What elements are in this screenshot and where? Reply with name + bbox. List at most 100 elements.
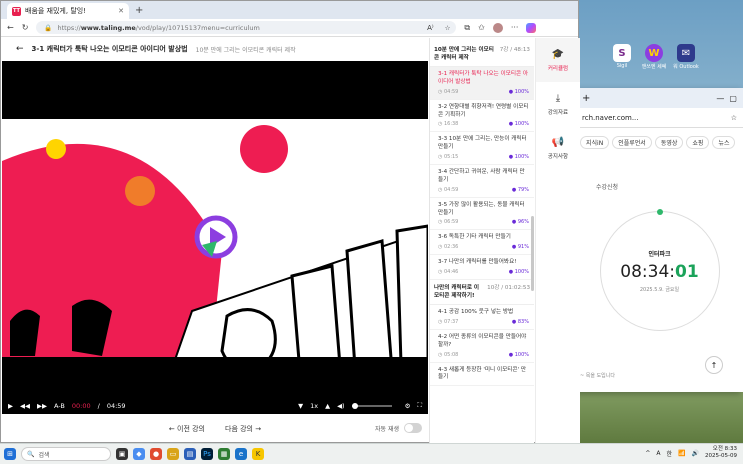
tab-bar: TT 배움을 재밌게, 탈잉! ✕ + [1, 1, 578, 19]
favorites-icon[interactable]: ✩ [478, 23, 485, 32]
tray-chevron-icon[interactable]: ^ [645, 450, 650, 457]
curriculum-section[interactable]: 10분 만에 그리는 이모티콘 캐릭터 제작 7강 / 48:13 [430, 42, 534, 68]
side-notice-button[interactable]: 📢 공지사항 [536, 126, 580, 170]
naver-footer: ~ 목을 도입니다 [580, 373, 615, 379]
speaker-icon[interactable]: 🔊 [692, 450, 699, 457]
timer-clock: 08:34:01 [620, 262, 699, 282]
lecture-navigation: ← 이전 강의 다음 강의 → 자동 재생 [2, 414, 428, 443]
duration: 04:59 [106, 401, 126, 410]
tab-jisikin[interactable]: 지식iN [580, 136, 610, 149]
address-bar: ← ↻ 🔒 https://www.taling.me/vod/play/107… [1, 19, 578, 37]
lecture-header: ← 3-1 캐릭터가 툭탁 나오는 이모티콘 아이디어 발상법 10분 만에 그… [2, 38, 428, 60]
more-options-icon[interactable]: ··· [511, 23, 519, 32]
search-icon: 🔍 [27, 450, 35, 458]
side-curriculum-button[interactable]: 🎓 커리큘럼 [536, 38, 580, 82]
current-time: 00:00 [71, 401, 91, 410]
lesson-item[interactable]: 4-3 새롭게 등장한 '미니 이모티콘' 만들기 [430, 363, 534, 387]
megaphone-icon: 📢 [551, 136, 565, 148]
lesson-item[interactable]: 3-1 캐릭터가 툭탁 나오는 이모티콘 아이디어 발상법 ◷ 04:59 ● 1… [430, 67, 534, 100]
profile-avatar[interactable] [492, 22, 503, 33]
ime-mode[interactable]: A [656, 450, 660, 457]
taling-favicon: TT [12, 6, 21, 16]
task-view-icon[interactable]: ▣ [116, 448, 128, 460]
lecture-subtitle: 10분 만에 그리는 이모티콘 캐릭터 제작 [195, 46, 296, 54]
store-icon[interactable]: ▤ [184, 448, 196, 460]
speed-up-icon[interactable]: ▲ [325, 402, 330, 410]
lesson-item[interactable]: 3-2 연향대별 취향저격! 연령별 이모티콘 기획하기 ◷ 16:38 ● 10… [430, 100, 534, 133]
favorite-star-icon[interactable]: ☆ [445, 24, 451, 32]
read-aloud-icon[interactable]: A⁾ [427, 24, 434, 32]
taskbar-clock[interactable]: 오전 8:33 2025-05-09 [705, 446, 737, 460]
fullscreen-icon[interactable]: ⛶ [417, 401, 422, 410]
lesson-item[interactable]: 4-1 공감 100% 웃구 넣는 방법 ◷ 07:37 ● 83% [430, 305, 534, 330]
desktop-icon-app2[interactable]: W 앤쓰엔 세쎄 [638, 44, 670, 70]
tab-influencer[interactable]: 인플루언서 [612, 136, 652, 149]
lesson-item[interactable]: 4-2 어떤 종류의 이모티콘을 만들어야 할까? ◷ 05:08 ● 100% [430, 330, 534, 363]
tab-video[interactable]: 동영상 [654, 136, 684, 149]
tab-shopping[interactable]: 쇼핑 [686, 136, 710, 149]
star-icon[interactable]: ☆ [731, 114, 737, 122]
copilot-icon[interactable] [526, 22, 537, 33]
back-icon[interactable]: ← [7, 23, 14, 32]
speed-label[interactable]: 1x [310, 402, 318, 410]
language-indicator[interactable]: 한 [667, 449, 673, 458]
lesson-item[interactable]: 3-3 10분 만에 그리는, 만능이 캐릭터 만들기 ◷ 05:15 ● 100… [430, 132, 534, 166]
autoplay-label: 자동 재생 [375, 425, 399, 433]
naver-tabs: 지식iN 인플루언서 동영상 쇼핑 뉴스 [576, 128, 743, 157]
kakaotalk-icon[interactable]: K [252, 448, 264, 460]
split-screen-icon[interactable]: ⧉ [464, 23, 470, 33]
naver-url[interactable]: rch.naver.com... [582, 114, 639, 122]
scroll-top-button[interactable]: ↑ [705, 356, 723, 374]
video-player[interactable] [2, 61, 428, 397]
curriculum-section[interactable]: 나만의 캐릭터로 이모티콘 제작하기! 10강 / 01:02:53 [430, 280, 534, 306]
app-green-icon[interactable]: ▦ [218, 448, 230, 460]
autoplay-toggle[interactable] [404, 423, 422, 433]
refresh-icon[interactable]: ↻ [22, 23, 29, 32]
lesson-item[interactable]: 3-7 나만의 캐릭터를 만들어봐요! ◷ 04:46 ● 100% [430, 255, 534, 281]
desktop-icon-sigil[interactable]: S Sigil [606, 44, 638, 69]
windows-start-icon[interactable]: ⊞ [4, 448, 16, 460]
curriculum-panel: 10분 만에 그리는 이모티콘 캐릭터 제작 7강 / 48:13 3-1 캐릭… [429, 38, 534, 443]
taskbar: ⊞ 🔍 검색 ▣ ◆ ● ▭ ▤ Ps ▦ e K ^ A 한 📶 🔊 오전 8… [0, 443, 743, 464]
ab-repeat-button[interactable]: A-B [54, 402, 65, 410]
curriculum-scrollbar[interactable] [531, 216, 534, 291]
speed-down-icon[interactable]: ▼ [298, 402, 303, 410]
timer-dot [656, 209, 663, 215]
register-button[interactable]: 수강신청 [596, 182, 743, 191]
new-tab-button[interactable]: + [135, 5, 143, 16]
forward-icon[interactable]: ▶▶ [37, 402, 47, 410]
lesson-item[interactable]: 3-4 간단하고 귀여운, 사람 캐릭터 만들기 ◷ 04:59 ● 79% [430, 165, 534, 198]
app-icon: W [645, 44, 663, 62]
next-lecture-button[interactable]: 다음 강의 → [225, 424, 261, 434]
rewind-icon[interactable]: ◀◀ [20, 402, 30, 410]
video-frame [2, 61, 428, 397]
copilot-taskbar-icon[interactable]: ◆ [133, 448, 145, 460]
prev-lecture-button[interactable]: ← 이전 강의 [169, 424, 205, 434]
volume-icon[interactable]: ◀) [337, 402, 345, 410]
chrome-icon[interactable]: ● [150, 448, 162, 460]
tab-taling[interactable]: TT 배움을 재밌게, 탈잉! ✕ [7, 3, 129, 19]
settings-gear-icon[interactable]: ⚙ [405, 402, 411, 410]
new-tab-button[interactable]: + [582, 93, 590, 104]
window-controls[interactable]: — ▢ [716, 94, 737, 103]
naver-address-bar: rch.naver.com... ☆ [576, 108, 743, 128]
lesson-item[interactable]: 3-5 가장 많이 활용되는, 동물 캐릭터 만들기 ◷ 06:59 ● 96% [430, 198, 534, 231]
volume-slider[interactable] [351, 402, 392, 409]
close-tab-icon[interactable]: ✕ [118, 7, 124, 15]
edge-icon[interactable]: e [235, 448, 247, 460]
file-explorer-icon[interactable]: ▭ [167, 448, 179, 460]
back-arrow-icon[interactable]: ← [16, 44, 24, 54]
main-browser-window: TT 배움을 재밌게, 탈잉! ✕ + ← ↻ 🔒 https://www.ta… [0, 0, 580, 443]
desktop-icon-outlook[interactable]: ✉ 워 Outlook [670, 44, 702, 70]
lock-icon: 🔒 [44, 23, 53, 32]
play-icon[interactable]: ▶ [8, 402, 13, 410]
taskbar-search[interactable]: 🔍 검색 [21, 447, 111, 461]
wifi-icon[interactable]: 📶 [678, 450, 685, 457]
tab-news[interactable]: 뉴스 [712, 136, 736, 149]
naver-browser-window: + — ▢ rch.naver.com... ☆ 지식iN 인플루언서 동영상 … [575, 88, 743, 392]
url-field[interactable]: 🔒 https://www.taling.me/vod/play/1071513… [36, 21, 457, 34]
side-materials-button[interactable]: ⤓ 강의자료 [536, 82, 580, 126]
timer-widget: 인터파크 08:34:01 2025.5.9. 금요일 [599, 209, 720, 331]
photoshop-icon[interactable]: Ps [201, 448, 213, 460]
lesson-item[interactable]: 3-6 독특한 기타 캐릭터 만들기 ◷ 02:36 ● 91% [430, 230, 534, 256]
